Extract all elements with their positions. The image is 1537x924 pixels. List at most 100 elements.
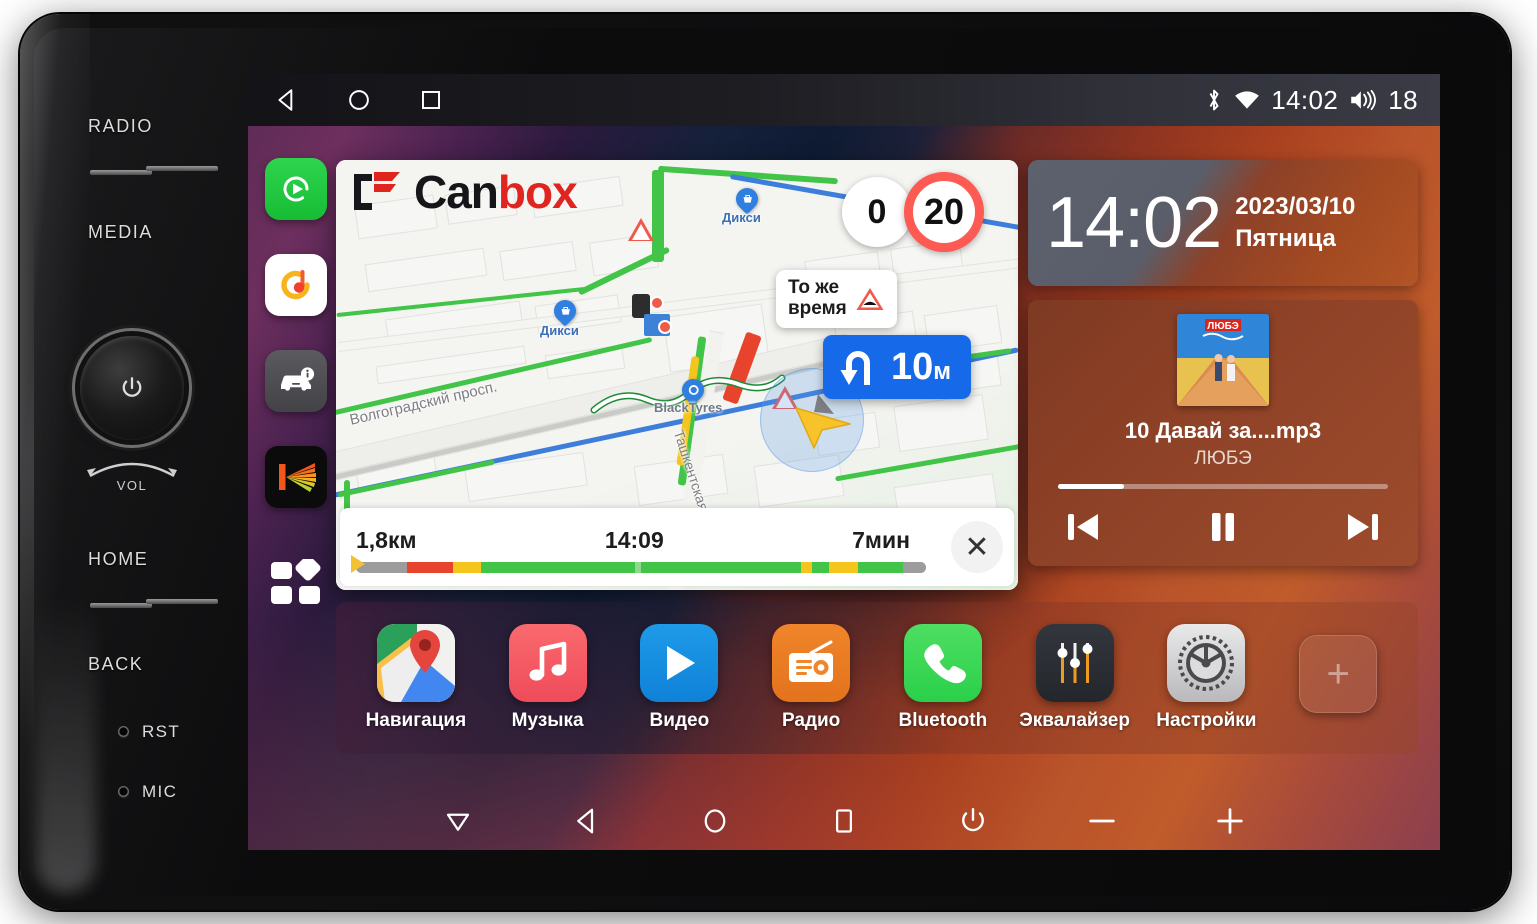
sidebar-item-autolink[interactable] bbox=[265, 254, 327, 316]
home-icon[interactable] bbox=[346, 87, 372, 113]
hw-slot-home[interactable] bbox=[90, 599, 218, 608]
collapse-button[interactable] bbox=[429, 799, 487, 843]
dock-label-music: Музыка bbox=[511, 710, 584, 731]
recents-icon[interactable] bbox=[418, 87, 444, 113]
reset-pinhole[interactable] bbox=[118, 726, 129, 737]
dock-item-bluetooth[interactable]: Bluetooth bbox=[883, 624, 1003, 732]
dock-item-music[interactable]: Музыка bbox=[488, 624, 608, 732]
collapse-icon bbox=[446, 813, 469, 831]
route-distance: 1,8км bbox=[356, 527, 417, 553]
pause-icon bbox=[1212, 513, 1234, 541]
dock-item-radio[interactable]: Радио bbox=[751, 624, 871, 732]
phone-icon bbox=[903, 624, 982, 702]
dock-item-navigation[interactable]: Навигация bbox=[356, 624, 476, 732]
traffic-segment bbox=[452, 562, 482, 573]
sidebar-item-carplay[interactable] bbox=[265, 158, 327, 220]
nav-recents-button[interactable] bbox=[815, 799, 873, 843]
music-player-widget[interactable]: ЛЮБЭ 10 Давай за....mp3 ЛЮБЭ bbox=[1028, 300, 1418, 566]
car-info-icon bbox=[281, 367, 315, 391]
volume-down-button[interactable] bbox=[1073, 799, 1131, 843]
track-title: 10 Давай за....mp3 bbox=[1124, 418, 1322, 443]
track-artist: ЛЮБЭ bbox=[1194, 448, 1252, 469]
volume-up-button[interactable] bbox=[1201, 799, 1259, 843]
mic-pinhole bbox=[118, 786, 129, 797]
nav-back-button[interactable] bbox=[558, 799, 616, 843]
route-summary-bar: 1,8км 14:09 7мин ✕ bbox=[340, 508, 1014, 586]
pedestrian-warning-icon bbox=[628, 218, 654, 241]
play-circle-icon bbox=[283, 176, 309, 202]
hw-button-back[interactable]: BACK bbox=[66, 654, 242, 675]
clock-date: 2023/03/10 bbox=[1235, 192, 1356, 220]
hw-slot-radio[interactable] bbox=[90, 166, 218, 175]
back-icon[interactable] bbox=[274, 87, 300, 113]
dock-item-equalizer[interactable]: Эквалайзер bbox=[1015, 624, 1135, 732]
hw-button-radio[interactable]: RADIO bbox=[66, 116, 242, 137]
previous-track-button[interactable] bbox=[1058, 505, 1108, 549]
alt-route-line2: время bbox=[788, 297, 847, 319]
u-turn-left-icon bbox=[840, 351, 870, 385]
canbox-watermark: Canbox bbox=[350, 166, 578, 218]
dock-label-equalizer: Эквалайзер bbox=[1019, 710, 1130, 731]
power-icon bbox=[122, 377, 142, 397]
mic-label: MIC bbox=[142, 782, 178, 801]
maneuver-unit: м bbox=[933, 357, 952, 385]
dock-label-radio: Радио bbox=[781, 710, 841, 731]
add-icon: + bbox=[1299, 635, 1378, 713]
bottom-nav-bar bbox=[248, 792, 1440, 850]
home-icon bbox=[704, 809, 726, 833]
left-bezel: RADIO MEDIA VOL HOME BACK RST MIC bbox=[66, 54, 242, 870]
alt-route-tooltip[interactable]: То же время bbox=[776, 270, 897, 328]
sidebar-item-carinfo[interactable] bbox=[265, 350, 327, 412]
dock-item-add[interactable]: + bbox=[1278, 635, 1398, 721]
nav-power-button[interactable] bbox=[944, 799, 1002, 843]
speed-limit-sign: 20 bbox=[904, 172, 984, 252]
dock-item-video[interactable]: Видео bbox=[619, 624, 739, 732]
traffic-segment bbox=[857, 562, 904, 573]
hw-button-media[interactable]: MEDIA bbox=[66, 222, 242, 243]
status-bar-nav bbox=[248, 87, 444, 113]
play-triangle-glyph bbox=[667, 646, 696, 680]
dock-label-settings: Настройки bbox=[1156, 710, 1257, 731]
play-triangle-icon bbox=[640, 624, 719, 702]
volume-down-icon bbox=[1088, 819, 1115, 823]
volume-up-icon bbox=[1217, 808, 1243, 834]
touchscreen[interactable]: 14:02 18 Волгоградский просп. Ташкентска… bbox=[248, 74, 1440, 850]
equalizer-icon bbox=[1035, 624, 1114, 702]
recents-icon bbox=[836, 809, 852, 833]
maps-icon-glyph bbox=[376, 624, 455, 702]
volume-knob[interactable] bbox=[74, 330, 190, 446]
volume-knob-label: VOL bbox=[116, 478, 148, 493]
route-position-arrow bbox=[350, 555, 365, 573]
route-close-button[interactable]: ✕ bbox=[940, 508, 1014, 586]
route-traffic-bar[interactable] bbox=[356, 562, 926, 573]
dock-item-settings[interactable]: Настройки bbox=[1146, 624, 1266, 732]
album-art: ЛЮБЭ bbox=[1177, 314, 1269, 406]
clock-widget[interactable]: 14:02 2023/03/10 Пятница bbox=[1028, 160, 1418, 286]
k-burst-icon bbox=[279, 463, 316, 492]
canbox-word-box: box bbox=[497, 166, 578, 218]
sidebar-item-allapps[interactable] bbox=[265, 556, 327, 612]
status-bar: 14:02 18 bbox=[248, 74, 1440, 126]
basket-icon bbox=[560, 307, 570, 315]
traffic-segment bbox=[829, 562, 858, 573]
pause-button[interactable] bbox=[1198, 505, 1248, 549]
speed-indicators: 0 20 bbox=[842, 172, 984, 252]
traffic-segment bbox=[812, 562, 830, 573]
navigation-map-card[interactable]: Волгоградский просп. Ташкентская ул. Дик… bbox=[336, 160, 1018, 590]
nav-home-button[interactable] bbox=[686, 799, 744, 843]
next-track-button[interactable] bbox=[1338, 505, 1388, 549]
wifi-icon bbox=[1235, 91, 1260, 109]
hw-button-home[interactable]: HOME bbox=[66, 549, 242, 570]
clock-date-block: 2023/03/10 Пятница bbox=[1235, 191, 1355, 256]
traffic-segment bbox=[481, 562, 636, 573]
music-ring-icon bbox=[281, 270, 310, 300]
sidebar-item-canbox[interactable] bbox=[265, 446, 327, 508]
status-bar-time: 14:02 bbox=[1271, 84, 1339, 115]
head-unit-device: RADIO MEDIA VOL HOME BACK RST MIC 14:02 … bbox=[20, 14, 1510, 910]
map-label-blacktyres: BlackTyres bbox=[654, 400, 723, 415]
track-progress-bar[interactable] bbox=[1058, 484, 1388, 489]
maneuver-distance: 10 bbox=[891, 345, 934, 388]
radio-icon bbox=[772, 624, 851, 702]
route-stats-row: 1,8км 14:09 7мин bbox=[356, 527, 926, 554]
app-dock: Навигация Музыка Видео Радио Bluetooth Э… bbox=[336, 602, 1418, 754]
